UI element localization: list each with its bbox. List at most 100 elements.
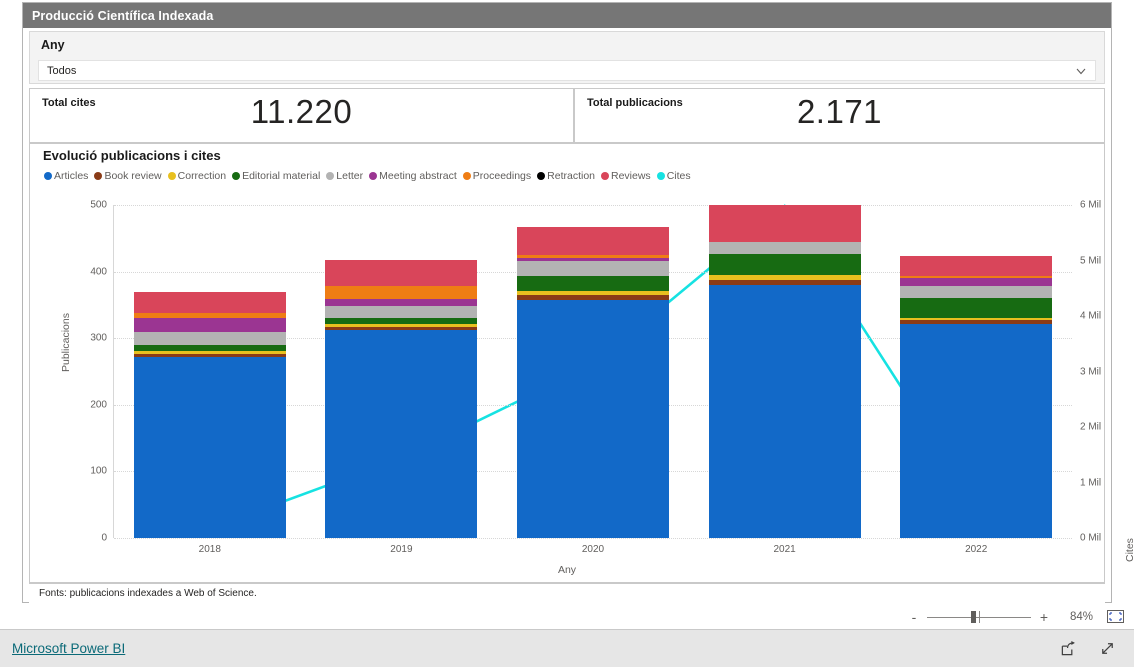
x-axis-tick: 2022 bbox=[965, 544, 988, 555]
legend-item[interactable]: Correction bbox=[167, 170, 226, 182]
fit-to-page-icon[interactable] bbox=[1107, 610, 1124, 623]
legend-swatch bbox=[94, 172, 103, 180]
legend-swatch bbox=[601, 172, 609, 180]
gridline bbox=[114, 538, 1072, 539]
y-axis-title-right: Cites bbox=[1124, 538, 1134, 562]
legend-swatch bbox=[537, 172, 546, 180]
bar-stack[interactable] bbox=[325, 260, 478, 538]
chart-title: Evolució publicacions i cites bbox=[43, 148, 221, 163]
legend-swatch bbox=[656, 172, 665, 180]
y-axis-tick-right: 2 Mil bbox=[1080, 421, 1102, 433]
report-title: Producció Científica Indexada bbox=[32, 8, 214, 23]
bar-segment[interactable] bbox=[900, 255, 1053, 277]
legend-swatch bbox=[462, 172, 471, 180]
legend-item[interactable]: Letter bbox=[326, 170, 363, 182]
bar-segment[interactable] bbox=[900, 285, 1053, 299]
x-axis-tick: 2018 bbox=[198, 544, 221, 555]
bar-segment[interactable] bbox=[325, 286, 478, 299]
kpi-card-total-publicacions[interactable]: Total publicacions 2.171 bbox=[574, 88, 1105, 143]
x-axis-tick: 2021 bbox=[773, 544, 796, 555]
zoom-percent-label: 84% bbox=[1069, 610, 1093, 623]
bar-segment[interactable] bbox=[517, 299, 669, 538]
y-axis-tick-left: 200 bbox=[90, 399, 107, 411]
zoom-out-button[interactable]: - bbox=[907, 609, 921, 625]
legend-swatch bbox=[326, 172, 335, 180]
evolution-chart-visual[interactable]: Evolució publicacions i cites Articles Bo… bbox=[29, 143, 1134, 583]
legend-item[interactable]: Proceedings bbox=[462, 170, 532, 182]
bar-segment[interactable] bbox=[517, 260, 669, 277]
powerbi-footer: Microsoft Power BI bbox=[0, 629, 1134, 667]
y-axis-tick-left: 300 bbox=[90, 332, 107, 344]
bar-segment[interactable] bbox=[517, 276, 669, 291]
bar-stack[interactable] bbox=[708, 205, 861, 538]
footer-actions bbox=[1060, 640, 1116, 657]
bar-segment[interactable] bbox=[708, 205, 861, 242]
x-axis-tick: 2019 bbox=[390, 544, 413, 555]
zoom-slider-tickmark bbox=[979, 610, 980, 623]
y-axis-tick-right: 6 Mil bbox=[1080, 199, 1102, 211]
y-axis-tick-left: 100 bbox=[90, 465, 107, 477]
slicer-selected-value: Todos bbox=[47, 64, 77, 77]
bar-stack[interactable] bbox=[517, 227, 669, 538]
bar-segment[interactable] bbox=[708, 253, 861, 275]
legend-item[interactable]: Meeting abstract bbox=[369, 170, 457, 182]
legend-swatch bbox=[167, 172, 176, 180]
bar-segment[interactable] bbox=[708, 241, 861, 254]
zoom-slider-thumb[interactable] bbox=[971, 610, 976, 623]
zoom-toolbar: - + 84% bbox=[0, 604, 1134, 629]
bar-segment[interactable] bbox=[325, 330, 478, 538]
legend-swatch bbox=[44, 172, 52, 180]
chart-legend[interactable]: Articles Book review Correction Editorial m… bbox=[44, 170, 697, 182]
bar-segment[interactable] bbox=[708, 284, 861, 538]
x-axis-tick: 2020 bbox=[581, 544, 605, 555]
plot-inner: 0 100 200 300 400 500 0 Mil 1 Mil 2 Mil 3 Mil 4 Mi… bbox=[90, 200, 1101, 544]
kpi-value: 2.171 bbox=[796, 93, 883, 130]
bar-stack[interactable] bbox=[133, 291, 286, 538]
share-icon[interactable] bbox=[1060, 640, 1077, 657]
zoom-slider[interactable] bbox=[927, 610, 1031, 624]
legend-swatch bbox=[232, 172, 241, 180]
powerbi-link[interactable]: Microsoft Power BI bbox=[12, 641, 125, 656]
y-axis-tick-left: 500 bbox=[90, 199, 107, 211]
bar-segment[interactable] bbox=[133, 291, 286, 313]
legend-label: Letter bbox=[336, 170, 364, 182]
legend-item[interactable]: Cites bbox=[656, 170, 691, 182]
legend-item[interactable]: Reviews bbox=[601, 170, 651, 182]
bar-segment[interactable] bbox=[325, 298, 478, 307]
legend-label: Meeting abstract bbox=[379, 170, 457, 182]
kpi-value: 11.220 bbox=[250, 93, 353, 130]
legend-label: Editorial material bbox=[242, 170, 321, 182]
chevron-down-icon[interactable] bbox=[1075, 65, 1087, 77]
bar-segment[interactable] bbox=[325, 317, 478, 325]
slicer-dropdown[interactable]: Todos bbox=[38, 60, 1096, 81]
legend-label: Articles bbox=[54, 170, 89, 182]
bar-segment[interactable] bbox=[325, 260, 478, 287]
bar-segment[interactable] bbox=[325, 306, 478, 318]
report-canvas: Producció Científica Indexada Any Todos … bbox=[22, 2, 1134, 603]
chart-footnote: Fonts: publicacions indexades a Web of S… bbox=[29, 583, 1105, 603]
legend-label: Book review bbox=[104, 170, 162, 182]
legend-item[interactable]: Articles bbox=[44, 170, 88, 182]
legend-label: Cites bbox=[666, 170, 691, 182]
legend-item[interactable]: Book review bbox=[94, 170, 162, 182]
y-axis-tick-right: 5 Mil bbox=[1080, 255, 1102, 266]
year-slicer[interactable]: Any Todos bbox=[29, 31, 1105, 84]
legend-item[interactable]: Editorial material bbox=[232, 170, 320, 182]
bar-segment[interactable] bbox=[517, 227, 669, 255]
kpi-card-total-cites[interactable]: Total cites 11.220 bbox=[29, 88, 574, 143]
bar-segment[interactable] bbox=[900, 323, 1053, 538]
legend-swatch bbox=[369, 172, 378, 180]
y-axis-tick-right: 0 Mil bbox=[1080, 532, 1102, 544]
zoom-in-button[interactable]: + bbox=[1037, 609, 1051, 625]
fullscreen-icon[interactable] bbox=[1099, 640, 1116, 657]
legend-label: Retraction bbox=[547, 170, 595, 182]
legend-label: Proceedings bbox=[472, 170, 532, 182]
footnote-text: Fonts: publicacions indexades a Web of S… bbox=[39, 588, 257, 599]
bar-segment[interactable] bbox=[133, 356, 286, 538]
bar-stack[interactable] bbox=[900, 255, 1053, 538]
bar-segment[interactable] bbox=[900, 298, 1053, 318]
bar-segment[interactable] bbox=[133, 331, 286, 345]
bar-segment[interactable] bbox=[133, 317, 286, 332]
bar-segment[interactable] bbox=[900, 277, 1053, 286]
legend-item[interactable]: Retraction bbox=[537, 170, 595, 182]
